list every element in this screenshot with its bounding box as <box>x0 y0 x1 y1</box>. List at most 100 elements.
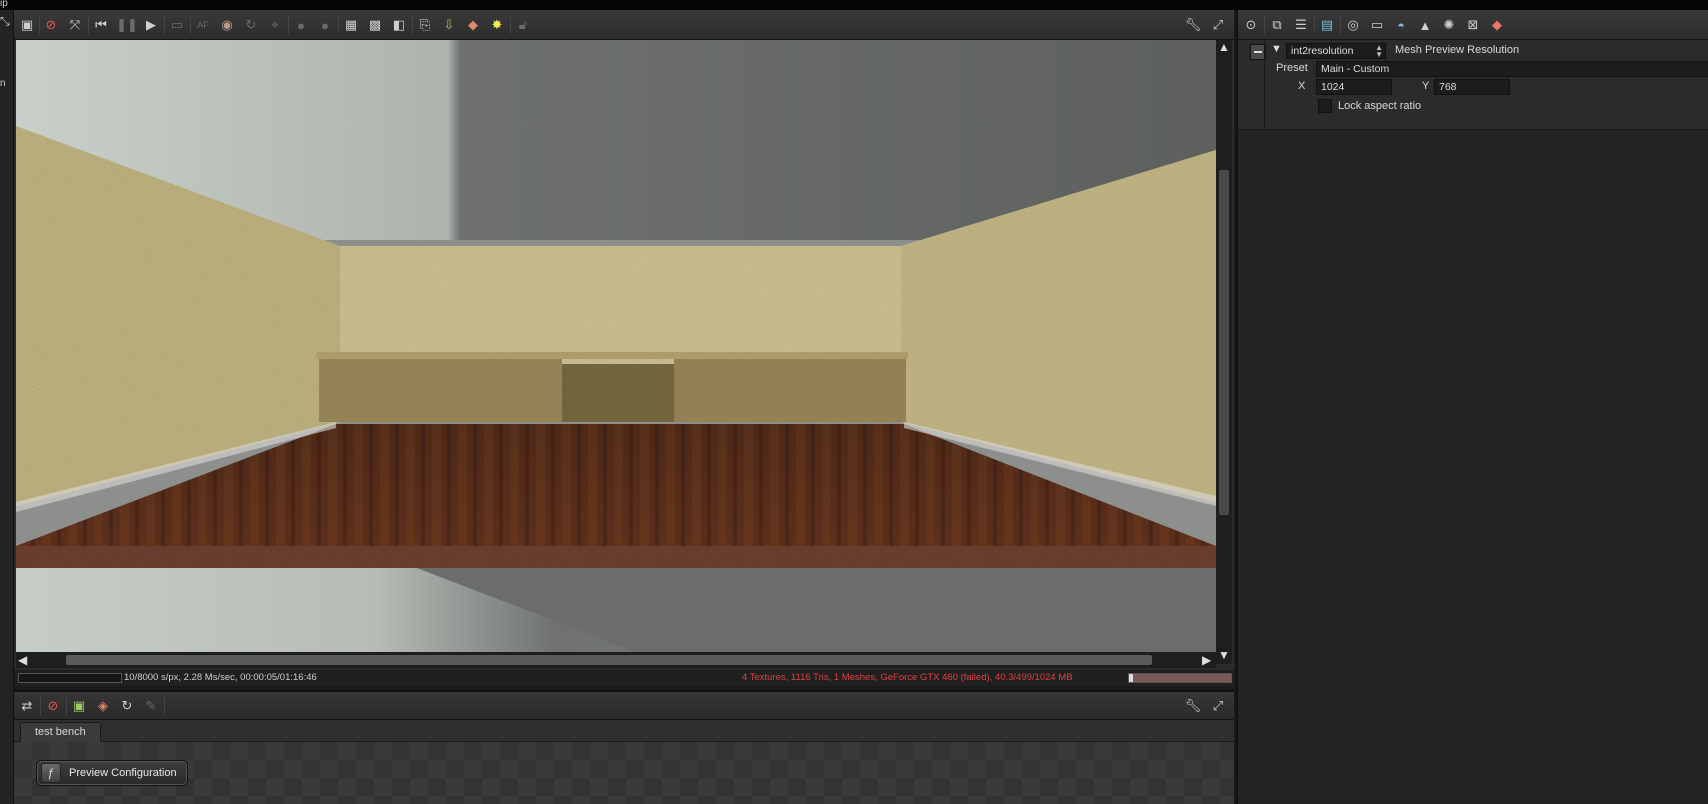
toolbar-separator <box>1264 16 1265 34</box>
alpha-icon[interactable]: ◧ <box>390 16 408 34</box>
copy-icon[interactable]: ⎘ <box>416 16 434 34</box>
sphere-icon[interactable]: ● <box>292 16 310 34</box>
toolbar-separator <box>39 16 40 34</box>
scroll-left-icon[interactable]: ◀ <box>18 653 27 667</box>
toolbar-separator <box>164 697 165 715</box>
top-strip <box>0 0 1708 10</box>
scroll-down-icon[interactable]: ▼ <box>1218 648 1230 662</box>
kernel-icon[interactable]: ⊠ <box>1464 16 1482 34</box>
preset-row: Preset Main - Custom <box>1238 60 1708 78</box>
horizontal-scroll-thumb[interactable] <box>66 655 1152 665</box>
grid-icon[interactable]: ▦ <box>342 16 360 34</box>
vertical-scroll-thumb[interactable] <box>1219 170 1229 515</box>
memory-usage-bar <box>1128 673 1232 683</box>
settings-wrench-icon[interactable]: 🔧︎ <box>1184 697 1202 715</box>
picture-icon[interactable]: ▲ <box>1416 16 1434 34</box>
toolbar-separator <box>510 16 511 34</box>
inspector-divider <box>1264 40 1265 130</box>
toolbar-separator <box>288 16 289 34</box>
lock-aspect-checkbox[interactable] <box>1318 99 1332 113</box>
camera-icon[interactable]: ◎ <box>1344 16 1362 34</box>
af-icon[interactable]: AF <box>194 16 212 34</box>
fullscreen-icon[interactable]: ⤢ <box>1209 16 1227 34</box>
node-type-value: int2resolution <box>1291 45 1354 57</box>
render-image[interactable] <box>16 40 1216 652</box>
viewport-vertical-scrollbar[interactable]: ▲ ▼ <box>1216 40 1232 664</box>
x-label: X <box>1298 80 1306 92</box>
render-viewport-panel: ▣ ⊘ ⤧ ⏮ ❚❚ ▶ ▭ AF ◉ ↻ ⌖ ● ● ▦ ▩ ◧ ⎘ ⇩ ◆ … <box>14 10 1234 686</box>
environment-icon[interactable]: ◓ <box>1392 16 1410 34</box>
y-label: Y <box>1422 80 1430 92</box>
light-icon[interactable]: ✺ <box>1440 16 1458 34</box>
add-node-icon[interactable]: ▣ <box>70 697 88 715</box>
toolbar-separator <box>66 697 67 715</box>
export-icon[interactable]: ◆ <box>464 16 482 34</box>
viewport-horizontal-scrollbar[interactable]: ◀ ▶ <box>16 652 1216 668</box>
spin-arrows-icon: ▲ ▼ <box>1375 43 1383 59</box>
swap-icon[interactable]: ⇄ <box>18 697 36 715</box>
render-target-icon[interactable]: ⊙ <box>1242 16 1260 34</box>
zoom-icon[interactable]: ⤧ <box>66 16 84 34</box>
memory-usage-fill <box>1129 674 1134 682</box>
image-icon[interactable]: ▤ <box>1318 16 1336 34</box>
y-resolution-field[interactable]: 768 <box>1434 79 1510 95</box>
toolbar-separator <box>1340 16 1341 34</box>
reload-icon[interactable]: ↻ <box>118 697 136 715</box>
render-stats-text: 10/8000 s/px, 2.28 Ms/sec, 00:00:05/01:1… <box>124 672 317 683</box>
node-label: Preview Configuration <box>69 767 177 779</box>
x-resolution-field[interactable]: 1024 <box>1316 79 1392 95</box>
scroll-up-icon[interactable]: ▲ <box>1218 40 1230 54</box>
focus-icon[interactable]: ⌖ <box>266 16 284 34</box>
graph-toolbar: ⇄ ⊘ ▣ ◈ ↻ ✎ 🔧︎ ⤢ <box>14 692 1234 720</box>
checker-icon[interactable]: ▩ <box>366 16 384 34</box>
viewport-statusbar: 10/8000 s/px, 2.28 Ms/sec, 00:00:05/01:1… <box>14 670 1234 686</box>
tab-test-bench[interactable]: test bench <box>20 722 101 742</box>
configuration-icon: ƒ <box>41 763 61 783</box>
pause-icon[interactable]: ❚❚ <box>116 16 138 34</box>
toolbar-separator <box>40 697 41 715</box>
lock-aspect-row: Lock aspect ratio <box>1238 98 1708 116</box>
render-icon[interactable]: ▣ <box>18 16 36 34</box>
play-icon[interactable]: ▶ <box>142 16 160 34</box>
rewind-icon[interactable]: ⏮ <box>92 16 110 34</box>
fullscreen-icon[interactable]: ⤢ <box>1209 697 1227 715</box>
toolbar-separator <box>412 16 413 34</box>
lock-icon[interactable]: 🔓︎ <box>514 16 532 34</box>
resolution-xy-row: X 1024 Y 768 <box>1238 78 1708 96</box>
node-type-select[interactable]: int2resolution ▲ ▼ <box>1286 43 1386 59</box>
scroll-right-icon[interactable]: ▶ <box>1202 653 1211 667</box>
left-stub-mid: n <box>0 78 6 89</box>
reload-icon[interactable]: ↻ <box>242 16 260 34</box>
render-progress-bar <box>18 673 122 683</box>
light-icon[interactable]: ✸ <box>488 16 506 34</box>
film-icon[interactable]: ▭ <box>1368 16 1386 34</box>
monitor-icon[interactable]: ▭ <box>168 16 186 34</box>
node-title: Mesh Preview Resolution <box>1395 44 1520 56</box>
rendered-room-scene <box>16 40 1216 652</box>
toolbar-separator <box>1314 16 1315 34</box>
stop-icon[interactable]: ⊘ <box>42 16 60 34</box>
toolbar-separator <box>164 16 165 34</box>
node-inspector-panel: ⊙ ⧉ ☰ ▤ ◎ ▭ ◓ ▲ ✺ ⊠ ◆ ▼ int2resolution ▲… <box>1236 10 1708 804</box>
stop-icon[interactable]: ⊘ <box>44 697 62 715</box>
save-icon[interactable]: ⇩ <box>440 16 458 34</box>
inspector-toolbar: ⊙ ⧉ ☰ ▤ ◎ ▭ ◓ ▲ ✺ ⊠ ◆ <box>1238 10 1708 40</box>
color-icon[interactable]: ◉ <box>218 16 236 34</box>
material-icon[interactable]: ◈ <box>94 697 112 715</box>
stack-icon[interactable]: ⧉ <box>1268 16 1286 34</box>
left-stub-top: ip <box>0 0 8 9</box>
graph-canvas[interactable]: ƒ Preview Configuration <box>14 742 1234 804</box>
list-icon[interactable]: ☰ <box>1292 16 1310 34</box>
sphere2-icon[interactable]: ● <box>316 16 334 34</box>
expand-triangle-icon[interactable]: ▼ <box>1271 43 1282 55</box>
graph-tab-bar: test bench <box>14 720 1234 742</box>
left-stub-icon[interactable]: ⤡ <box>0 14 10 29</box>
material-icon[interactable]: ◆ <box>1488 16 1506 34</box>
toolbar-separator <box>338 16 339 34</box>
preset-select[interactable]: Main - Custom <box>1316 61 1708 77</box>
preview-configuration-node[interactable]: ƒ Preview Configuration <box>36 760 188 786</box>
edit-icon[interactable]: ✎ <box>142 697 160 715</box>
viewport-toolbar: ▣ ⊘ ⤧ ⏮ ❚❚ ▶ ▭ AF ◉ ↻ ⌖ ● ● ▦ ▩ ◧ ⎘ ⇩ ◆ … <box>14 10 1234 40</box>
node-graph-panel: ⇄ ⊘ ▣ ◈ ↻ ✎ 🔧︎ ⤢ test bench ƒ Preview Co… <box>14 690 1234 804</box>
settings-wrench-icon[interactable]: 🔧︎ <box>1184 16 1202 34</box>
